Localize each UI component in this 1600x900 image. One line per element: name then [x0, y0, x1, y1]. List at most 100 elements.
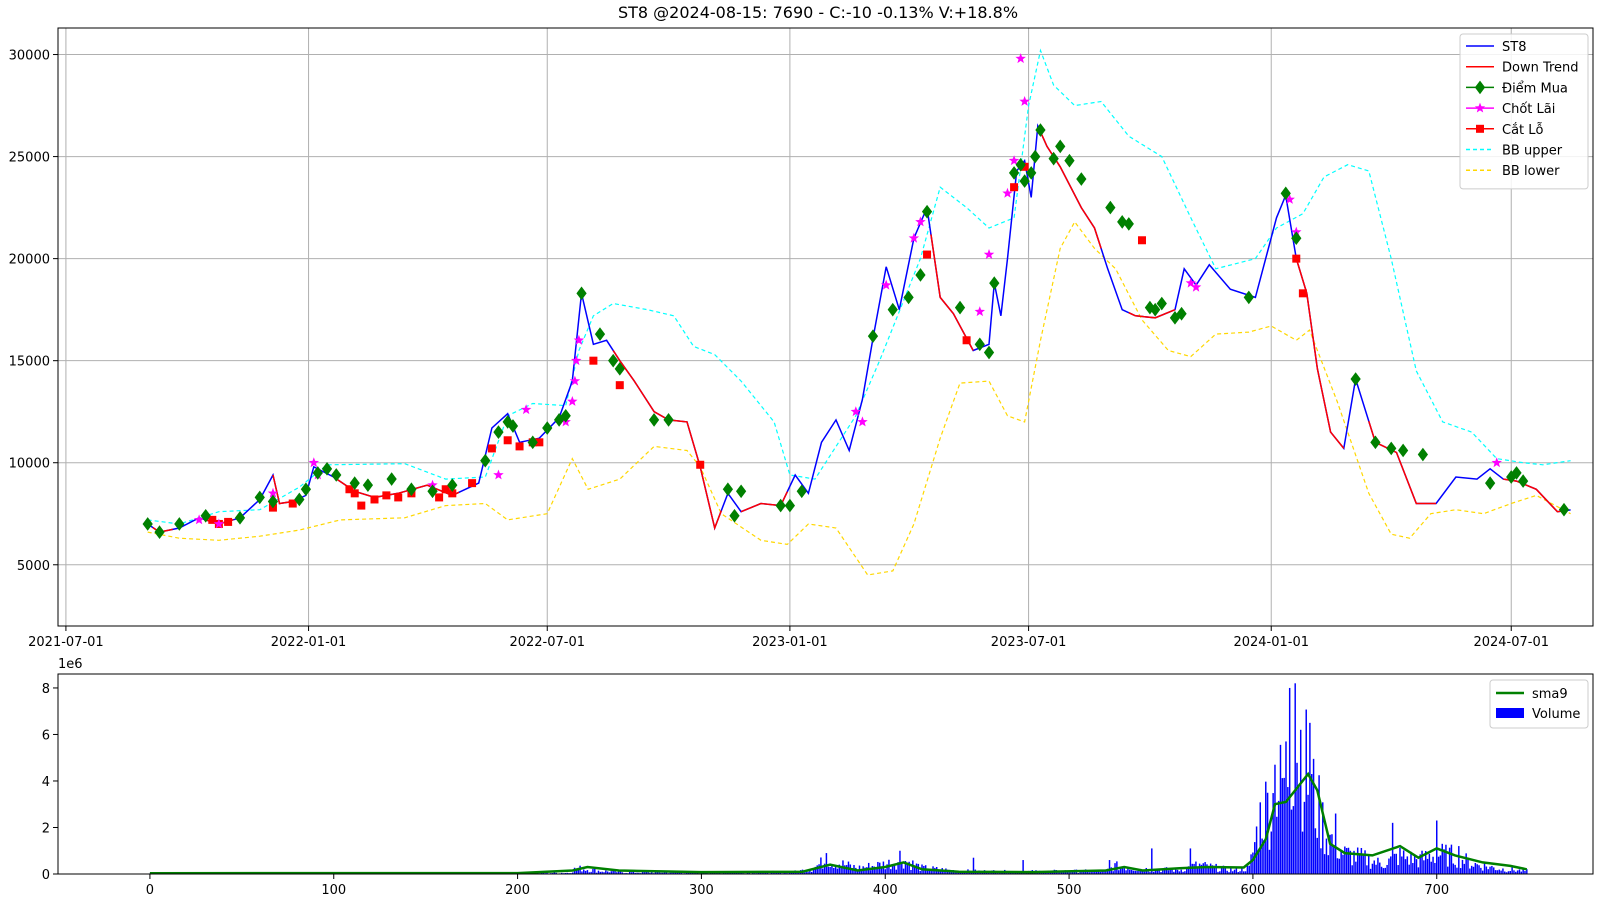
- volume-bar: [1428, 853, 1431, 874]
- volume-x-tick-label: 300: [689, 883, 714, 898]
- volume-bar: [1358, 854, 1361, 874]
- volume-bar: [1404, 859, 1407, 874]
- volume-bar: [1386, 864, 1388, 874]
- volume-bar: [901, 863, 903, 874]
- buy-point-marker: [493, 425, 504, 439]
- buy-point-marker: [1417, 447, 1429, 462]
- price-series: [147, 48, 1571, 576]
- volume-bar: [880, 868, 883, 874]
- volume-bar: [812, 869, 815, 874]
- stop-loss-marker: [615, 381, 624, 390]
- volume-bar: [1459, 868, 1462, 874]
- volume-bar: [1413, 855, 1416, 874]
- volume-bar: [1208, 867, 1210, 874]
- volume-bar: [1362, 854, 1364, 874]
- volume-bar: [1274, 764, 1276, 874]
- buy-point-marker: [1243, 290, 1254, 305]
- volume-bar: [1344, 846, 1346, 874]
- volume-bar: [1450, 844, 1453, 874]
- volume-bar: [1388, 858, 1390, 874]
- volume-bar: [1198, 863, 1201, 874]
- price-y-tick-label: 10000: [9, 457, 50, 472]
- volume-bar: [1395, 853, 1398, 874]
- volume-bar: [1193, 863, 1195, 874]
- volume-bar: [1494, 870, 1497, 874]
- volume-bars: [149, 683, 1528, 874]
- buy-point-marker: [1008, 166, 1020, 180]
- volume-bar: [1323, 854, 1326, 874]
- volume-bar: [1312, 758, 1315, 874]
- volume-y-tick-label: 4: [42, 775, 50, 790]
- volume-bar: [1493, 867, 1495, 874]
- price-x-tick-label: 2023-01-01: [752, 635, 828, 650]
- stop-loss-marker: [357, 501, 366, 510]
- price-axes-frame: [57, 27, 1594, 627]
- buy-point-marker: [989, 276, 1000, 290]
- take-profit-marker: [983, 249, 995, 259]
- volume-scale-label: 1e6: [58, 657, 83, 672]
- volume-bar: [1279, 744, 1282, 874]
- volume-x-tick-label: 600: [1240, 883, 1265, 898]
- volume-bar: [1294, 683, 1296, 874]
- volume-bar: [1311, 774, 1313, 874]
- volume-bar: [1215, 863, 1217, 874]
- volume-bar: [1366, 865, 1368, 874]
- volume-y-tick-label: 6: [42, 728, 50, 743]
- stop-loss-marker: [589, 356, 598, 365]
- buy-point-marker: [527, 435, 538, 450]
- volume-bar: [1356, 847, 1359, 874]
- take-profit-marker: [915, 216, 926, 227]
- volume-bar: [1336, 858, 1339, 874]
- buy-point-marker: [1350, 372, 1361, 386]
- volume-bar: [1123, 868, 1125, 874]
- volume-bar: [1432, 856, 1434, 874]
- stop-loss-marker: [1137, 236, 1146, 245]
- volume-bar: [902, 868, 905, 874]
- volume-bar: [1485, 866, 1488, 874]
- volume-bar: [1469, 868, 1471, 874]
- volume-bar: [1382, 868, 1385, 874]
- volume-bar: [1305, 709, 1307, 874]
- volume-bar: [1270, 831, 1273, 874]
- volume-bar: [1480, 867, 1482, 874]
- volume-bar: [1206, 864, 1208, 874]
- volume-bar: [1399, 848, 1401, 874]
- buy-point-marker: [1105, 200, 1116, 215]
- price-chart: 2021-07-01 2022-01-01 2022-07-01 2023-01-01…: [9, 27, 1594, 650]
- buy-point-marker: [234, 510, 246, 525]
- volume-bar: [1331, 834, 1333, 874]
- stop-loss-marker: [923, 250, 932, 259]
- volume-bar: [1220, 867, 1223, 874]
- volume-bar: [1491, 865, 1493, 874]
- price-markers: [142, 53, 1570, 539]
- stop-loss-marker: [1292, 254, 1301, 263]
- volume-bar: [915, 863, 918, 874]
- volume-bar: [1406, 856, 1409, 874]
- stop-loss-marker: [468, 479, 477, 488]
- volume-bar: [1448, 847, 1451, 874]
- volume-bar: [1375, 864, 1377, 874]
- volume-bar: [1347, 847, 1350, 874]
- volume-bar: [1423, 860, 1425, 874]
- volume-bar: [1367, 855, 1370, 874]
- volume-bar: [1498, 869, 1500, 874]
- stop-loss-marker: [1010, 183, 1019, 192]
- volume-bar: [1369, 868, 1372, 874]
- legend-label-bb-upper: BB upper: [1502, 144, 1563, 159]
- volume-y-axis: 0 2 4 6 8: [42, 682, 58, 883]
- volume-bar: [1472, 866, 1475, 874]
- down-trend-line: [1295, 258, 1345, 449]
- buy-point-marker: [1030, 149, 1041, 164]
- buy-point-marker: [775, 498, 786, 513]
- volume-bar: [829, 866, 831, 874]
- volume-bar: [1125, 870, 1127, 874]
- legend-label-bb-lower: BB lower: [1502, 164, 1560, 179]
- stop-loss-marker: [382, 491, 391, 500]
- volume-bar: [1292, 806, 1295, 874]
- volume-bar: [1516, 870, 1519, 874]
- volume-bar: [1250, 854, 1252, 874]
- volume-bar: [1463, 863, 1466, 874]
- volume-bar: [1180, 869, 1182, 874]
- volume-bar: [1309, 722, 1311, 874]
- volume-bar: [827, 866, 829, 874]
